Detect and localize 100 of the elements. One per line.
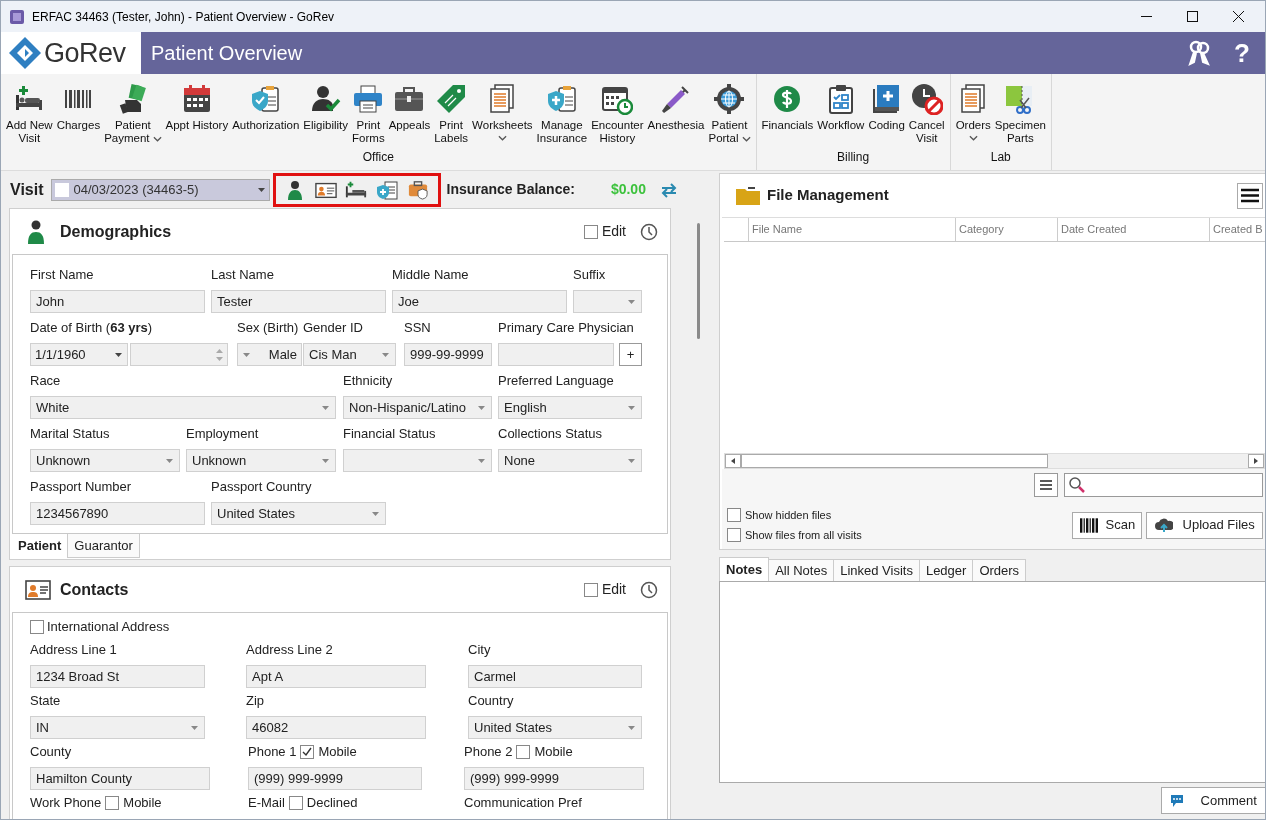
field-label: County: [30, 743, 72, 762]
refresh-button[interactable]: [659, 181, 678, 198]
toolbar-button[interactable]: Worksheets: [470, 82, 535, 148]
tab[interactable]: Linked Visits: [834, 559, 920, 581]
toolbar-button[interactable]: Eligibility: [301, 82, 351, 148]
toolbar-button[interactable]: Print Labels: [432, 82, 471, 148]
add-button[interactable]: +: [619, 343, 642, 366]
column-header[interactable]: Created B: [1210, 218, 1265, 241]
toolbar-button[interactable]: Cancel Visit: [906, 82, 947, 148]
spin-field[interactable]: [130, 343, 228, 366]
field-label: Gender ID: [303, 319, 363, 338]
bed-button[interactable]: [345, 179, 368, 200]
toolbar-button[interactable]: Authorization: [230, 82, 302, 148]
dropdown-field[interactable]: Unknown: [30, 449, 180, 472]
input-field[interactable]: Apt A: [246, 665, 426, 688]
tab[interactable]: Ledger: [919, 559, 974, 581]
toolbar-button[interactable]: Appeals: [386, 82, 433, 148]
list-button[interactable]: [1033, 473, 1058, 497]
checkbox[interactable]: [583, 224, 598, 239]
spinner-arrows-icon: [216, 348, 223, 361]
toolbar-button[interactable]: Patient Payment: [102, 82, 164, 148]
dropdown-arrow-icon: [478, 405, 485, 410]
input-field[interactable]: (999) 999-9999: [464, 767, 644, 790]
checkbox[interactable]: [516, 745, 531, 759]
dropdown-field[interactable]: [343, 449, 492, 472]
toolbar-button[interactable]: Anesthesia: [645, 82, 707, 148]
checkbox[interactable]: [727, 508, 741, 523]
history-button[interactable]: [640, 580, 658, 599]
dropdown-field[interactable]: None: [498, 449, 642, 472]
menu-button[interactable]: [1236, 182, 1263, 209]
search-field[interactable]: [1063, 473, 1263, 497]
input-field[interactable]: 1234 Broad St: [30, 665, 205, 688]
help-button[interactable]: ?: [1227, 37, 1257, 69]
checkbox[interactable]: [727, 527, 741, 542]
dropdown-field[interactable]: Unknown: [186, 449, 336, 472]
dropdown-field[interactable]: White: [30, 396, 336, 419]
input-field[interactable]: 1234567890: [30, 502, 205, 525]
briefcase-shield-button[interactable]: [407, 179, 430, 200]
scroll-left-button[interactable]: [725, 454, 741, 468]
dropdown-field[interactable]: [573, 290, 642, 313]
toolbar-button[interactable]: Add New Visit: [4, 82, 55, 148]
toolbar-button[interactable]: Appt History: [163, 82, 231, 148]
column-header[interactable]: Date Created: [1058, 218, 1210, 241]
dropdown-field[interactable]: Male: [237, 343, 302, 366]
dropdown-field[interactable]: United States: [211, 502, 386, 525]
tab[interactable]: Notes: [719, 557, 770, 581]
horizontal-scrollbar[interactable]: [724, 453, 1265, 469]
dropdown-field[interactable]: IN: [30, 716, 205, 739]
input-field[interactable]: John: [30, 290, 205, 313]
upload-button[interactable]: Upload Files: [1145, 511, 1263, 539]
input-field[interactable]: 999-99-9999: [404, 343, 492, 366]
tab[interactable]: All Notes: [769, 559, 835, 581]
comment-button[interactable]: Comment: [1160, 787, 1265, 814]
dropdown-field[interactable]: United States: [468, 716, 642, 739]
dropdown-field[interactable]: Cis Man: [303, 343, 396, 366]
checkbox[interactable]: [583, 582, 598, 597]
toolbar-button[interactable]: Print Forms: [350, 82, 387, 148]
shield-clipboard-button[interactable]: [376, 179, 399, 200]
toolbar-button[interactable]: Orders: [953, 82, 993, 148]
toolbar-button[interactable]: Patient Portal: [706, 82, 753, 148]
checkbox[interactable]: [300, 745, 315, 759]
toolbar-button[interactable]: Financials: [759, 82, 816, 148]
dropdown-field[interactable]: English: [498, 396, 642, 419]
field-label: Sex (Birth): [237, 319, 299, 338]
checkbox[interactable]: [105, 796, 120, 810]
date-field[interactable]: 1/1/1960: [30, 343, 128, 366]
history-button[interactable]: [640, 222, 658, 241]
field-label: Suffix: [573, 266, 606, 285]
toolbar-button[interactable]: Charges: [54, 82, 103, 148]
toolbar-button[interactable]: Specimen Parts: [992, 82, 1048, 148]
toolbar-button[interactable]: Manage Insurance: [534, 82, 590, 148]
toolbar-button[interactable]: Encounter History: [589, 82, 646, 148]
checkbox-label: Mobile: [534, 743, 573, 762]
field-value: Non-Hispanic/Latino: [349, 398, 468, 417]
dropdown-field[interactable]: Non-Hispanic/Latino: [343, 396, 492, 419]
checkbox[interactable]: [288, 796, 303, 810]
input-field[interactable]: Joe: [392, 290, 567, 313]
input-field[interactable]: 46082: [246, 716, 426, 739]
contact-card-icon: [25, 577, 51, 602]
tab[interactable]: Orders: [973, 559, 1027, 581]
balance-value: $0.00: [610, 180, 646, 199]
field-label: Ethnicity: [343, 372, 393, 391]
input-field[interactable]: Hamilton County: [30, 767, 210, 790]
input-field[interactable]: (999) 999-9999: [248, 767, 422, 790]
tab[interactable]: Guarantor: [67, 534, 140, 558]
scan-button[interactable]: Scan: [1071, 511, 1142, 539]
minimize-icon: [1138, 16, 1154, 17]
checkbox[interactable]: [30, 620, 44, 634]
input-field[interactable]: Carmel: [468, 665, 642, 688]
visit-dropdown[interactable]: 04/03/2023 (34463-5): [50, 178, 270, 201]
scrollbar-thumb[interactable]: [741, 454, 1048, 468]
input-field[interactable]: [498, 343, 614, 366]
logo-text: GoRev: [44, 36, 126, 70]
column-header[interactable]: Category: [956, 218, 1058, 241]
input-field[interactable]: Tester: [211, 290, 386, 313]
toolbar-button[interactable]: Workflow: [815, 82, 867, 148]
scroll-right-button[interactable]: [1247, 454, 1264, 468]
column-header[interactable]: File Name: [749, 218, 956, 241]
toolbar-button[interactable]: Coding: [866, 82, 907, 148]
scrollbar-thumb[interactable]: [697, 223, 700, 339]
